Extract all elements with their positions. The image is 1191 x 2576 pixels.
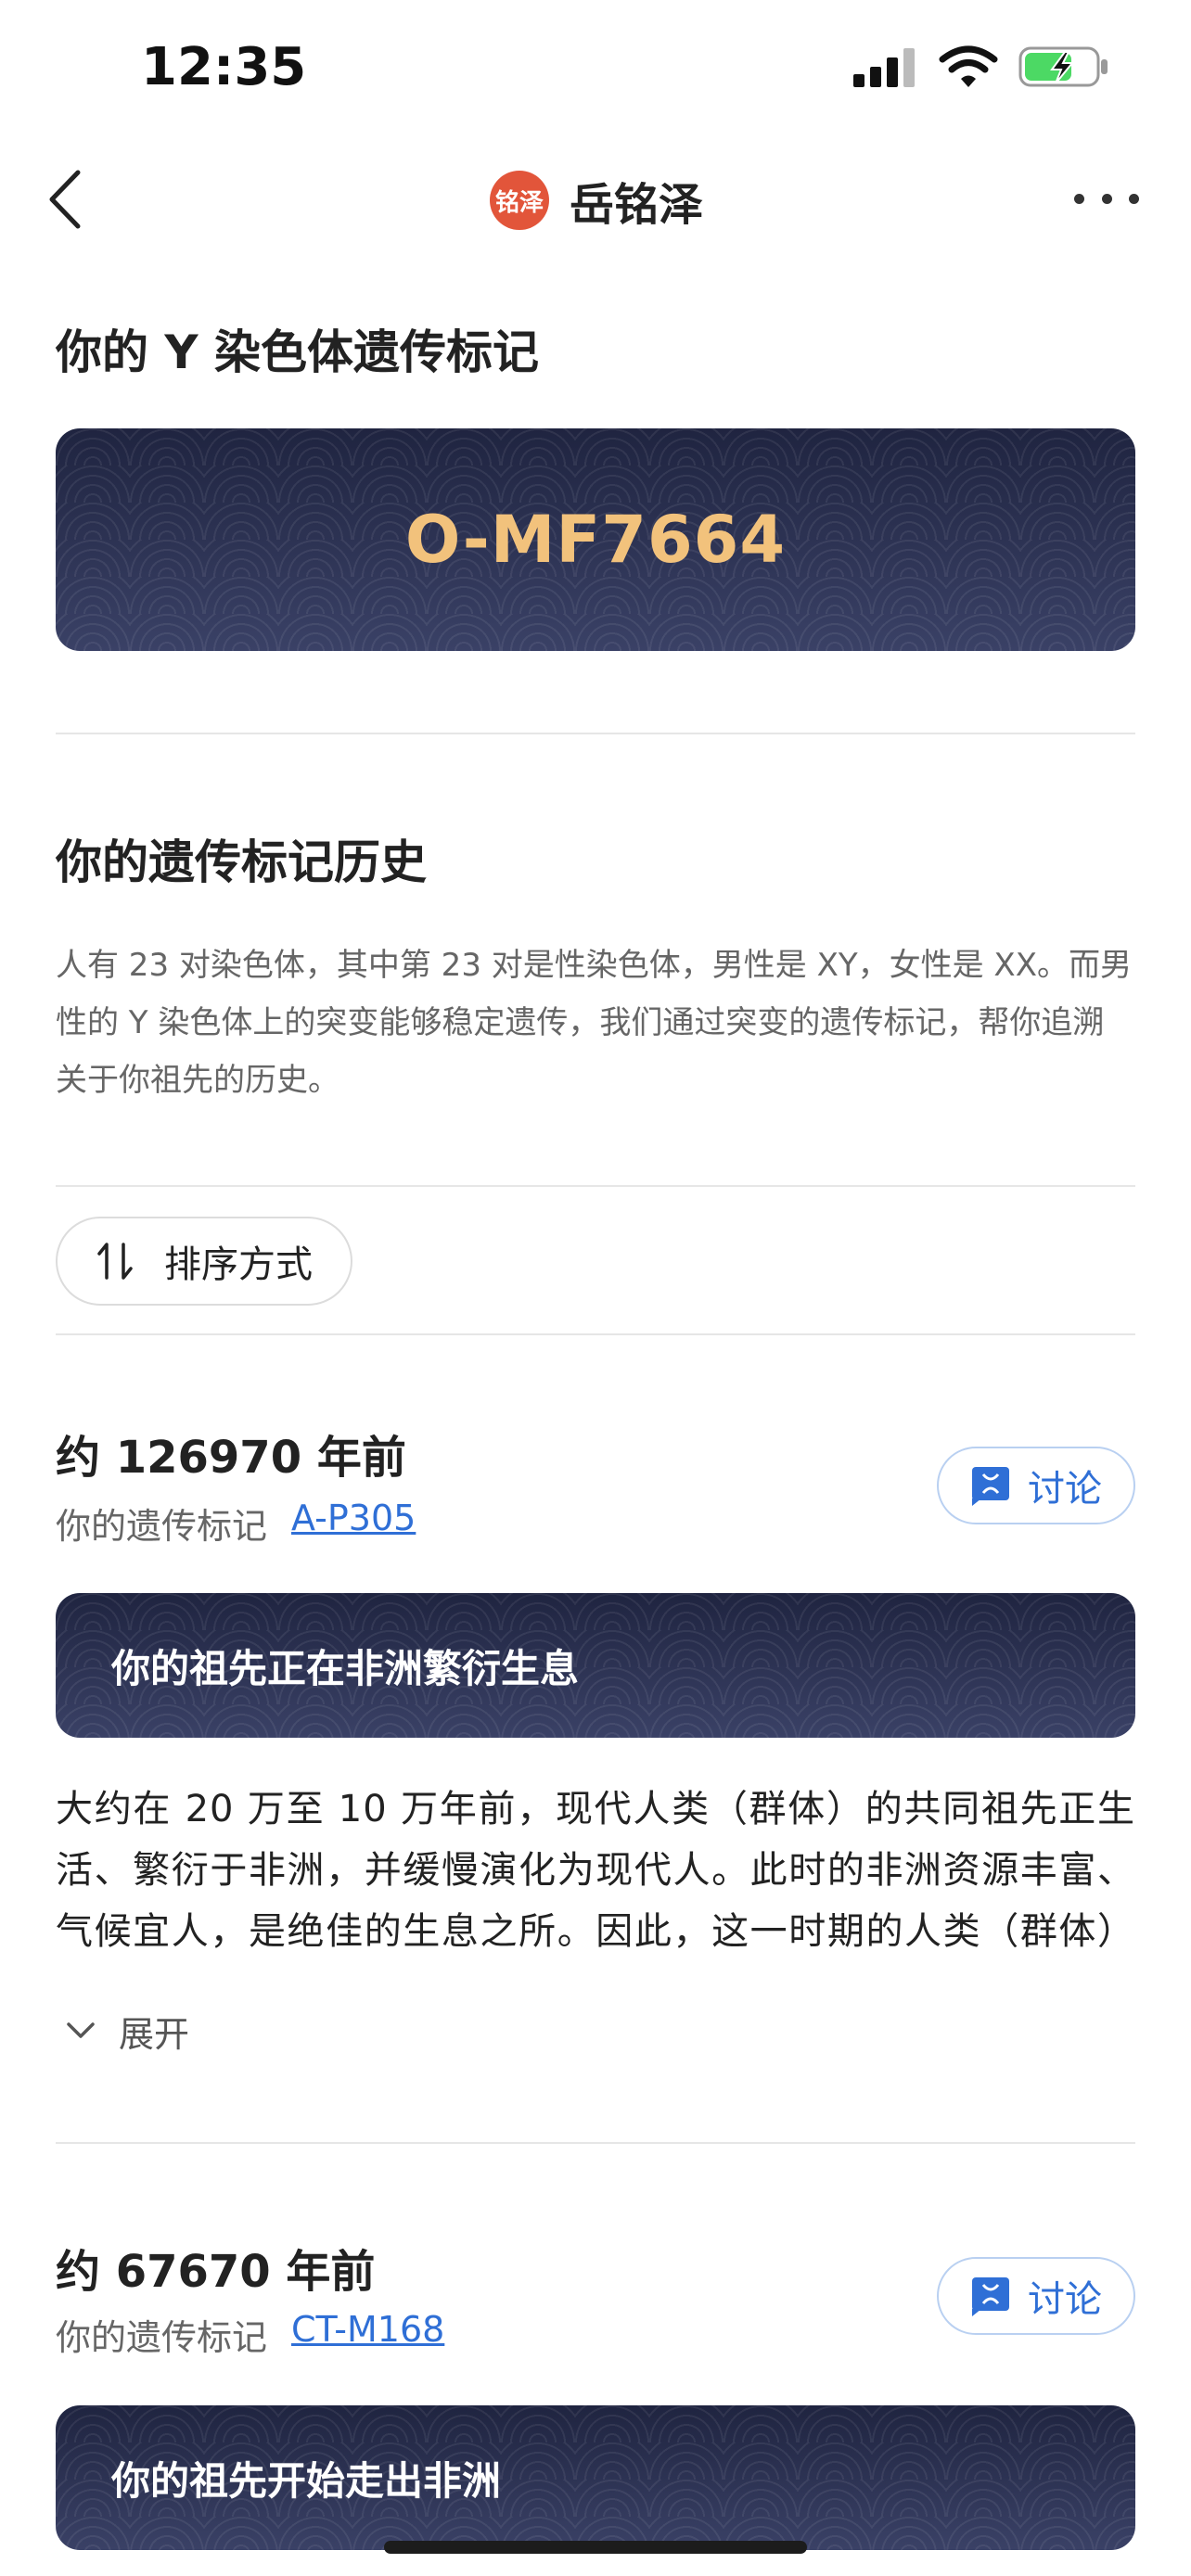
history-description: 人有 23 对染色体，其中第 23 对是性染色体，男性是 XY，女性是 XX。而… [56,947,1133,1099]
discuss-icon [972,2277,1009,2316]
event-title: 你的祖先开始走出非洲 [111,2457,502,2504]
history-section-title: 你的遗传标记历史 [56,835,427,889]
expand-button[interactable]: 展开 [65,2005,189,2057]
divider [56,2142,1135,2144]
battery-charging-icon [1018,46,1108,87]
divider [56,1185,1135,1187]
marker-link[interactable]: CT-M168 [291,2309,444,2360]
event-card: 你的祖先开始走出非洲 [56,2405,1135,2550]
discuss-button[interactable]: 讨论 [937,2257,1135,2335]
wifi-icon [939,45,998,87]
timeline-time: 约 67670 年前 [56,2246,376,2298]
more-dot-icon [1074,193,1084,204]
home-indicator [384,2541,807,2554]
sort-button[interactable]: 排序方式 [56,1217,352,1306]
event-card: 你的祖先正在非洲繁衍生息 [56,1593,1135,1738]
more-options-button[interactable] [1074,182,1139,215]
event-title: 你的祖先正在非洲繁衍生息 [111,1645,580,1691]
timeline-marker-row: 你的遗传标记 A-P305 [56,1498,416,1549]
y-marker-value: O-MF7664 [404,502,787,578]
discuss-label: 讨论 [1028,1468,1102,1511]
profile-header[interactable]: 铭泽 岳铭泽 [490,163,703,237]
cellular-signal-icon [853,48,915,87]
chevron-left-icon [49,170,81,229]
more-dot-icon [1101,193,1112,204]
back-button[interactable] [46,167,102,232]
marker-link[interactable]: A-P305 [291,1498,416,1549]
discuss-icon [972,1467,1009,1506]
divider [56,1333,1135,1335]
marker-prefix: 你的遗传标记 [56,2317,268,2358]
more-dot-icon [1129,193,1139,204]
timeline-marker-row: 你的遗传标记 CT-M168 [56,2309,444,2360]
y-marker-section-title: 你的 Y 染色体遗传标记 [56,325,540,379]
status-time: 12:35 [141,37,307,97]
event-description: 大约在 20 万至 10 万年前，现代人类（群体）的共同祖先正生活、繁衍于非洲，… [56,1788,1135,1953]
divider [56,733,1135,734]
expand-label: 展开 [119,2013,190,2055]
timeline-time: 约 126970 年前 [56,1432,406,1484]
discuss-label: 讨论 [1028,2278,1102,2321]
y-marker-card: O-MF7664 [56,428,1135,651]
discuss-button[interactable]: 讨论 [937,1447,1135,1524]
marker-prefix: 你的遗传标记 [56,1506,268,1547]
status-icons [853,39,1111,95]
chevron-down-icon [67,2022,95,2038]
avatar: 铭泽 [490,171,549,230]
profile-name: 岳铭泽 [570,179,704,231]
sort-label: 排序方式 [164,1243,313,1286]
sort-arrows-icon [97,1243,133,1280]
